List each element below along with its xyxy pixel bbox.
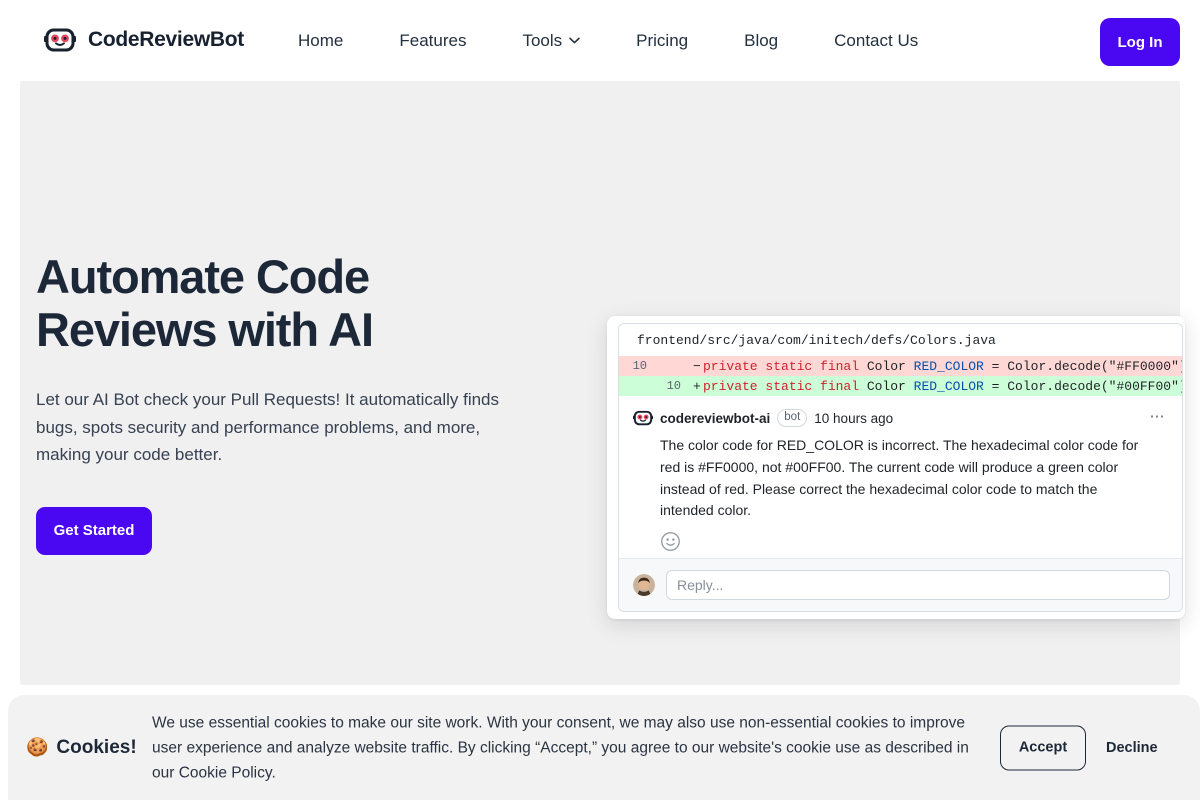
hero-title-line-2: Reviews with AI [36,302,374,356]
diff-line-removed: 10 − private static final Color RED_COLO… [619,356,1182,376]
nav-item-blog[interactable]: Blog [716,31,806,51]
main-nav: Home Features Tools Pricing Blog Contact… [270,0,946,81]
get-started-button[interactable]: Get Started [36,506,152,555]
chevron-down-icon [569,37,580,44]
nav-label: Blog [744,30,779,50]
cookie-icon: 🍪 [26,737,49,757]
comment-timestamp: 10 hours ago [814,410,894,426]
decline-cookies-button[interactable]: Decline [1106,740,1158,756]
diff-code: private static final Color RED_COLOR = C… [703,378,1182,394]
hero-copy: Automate Code Reviews with AI Let our AI… [36,250,576,555]
diff-line-added: 10 + private static final Color RED_COLO… [619,376,1182,396]
nav-label: Tools [522,30,563,50]
diff-file-path: frontend/src/java/com/initech/defs/Color… [619,324,1182,356]
robot-face-icon [44,28,76,52]
kebab-menu-icon[interactable]: ⋯ [1150,409,1167,425]
nav-label: Features [399,30,467,50]
status-badge: bot [777,409,808,427]
brand-logo[interactable]: CodeReviewBot [44,24,244,56]
nav-item-contact-us[interactable]: Contact Us [806,31,946,51]
cookie-banner-title: 🍪 Cookies! [26,737,137,759]
nav-label: Contact Us [834,30,919,50]
nav-item-pricing[interactable]: Pricing [608,31,716,51]
diff-code: private static final Color RED_COLOR = C… [703,358,1182,374]
diff-sign: + [693,378,701,394]
diff-new-line-number: 10 [666,379,681,393]
accept-cookies-button[interactable]: Accept [1000,725,1086,770]
code-review-card: frontend/src/java/com/initech/defs/Color… [607,316,1185,619]
hero-section: Automate Code Reviews with AI Let our AI… [20,81,1185,685]
landing-page: CodeReviewBot Home Features Tools Pricin… [0,0,1200,800]
reply-input[interactable] [666,570,1170,600]
robot-face-icon [633,410,653,426]
comment-body: The color code for RED_COLOR is incorrec… [660,437,1139,519]
page-title: Automate Code Reviews with AI [36,250,576,356]
nav-item-tools[interactable]: Tools [494,31,608,51]
code-review-card-inner: frontend/src/java/com/initech/defs/Color… [618,323,1183,612]
nav-label: Pricing [636,30,689,50]
hero-title-line-1: Automate Code [36,250,370,303]
nav-item-features[interactable]: Features [371,31,494,51]
review-comment: codereviewbot-ai bot 10 hours ago ⋯ The … [619,396,1182,557]
reply-row [619,558,1182,611]
cookie-banner-text: We use essential cookies to make our sit… [152,713,969,782]
login-button[interactable]: Log In [1100,18,1180,66]
user-avatar [633,574,655,596]
cookie-banner: 🍪 Cookies! We use essential cookies to m… [8,695,1200,800]
cookie-title-text: Cookies! [56,736,137,758]
comment-author[interactable]: codereviewbot-ai [660,411,770,426]
smiley-face-icon[interactable] [660,531,681,552]
brand-name: CodeReviewBot [88,28,244,51]
nav-item-home[interactable]: Home [270,31,371,51]
diff-old-line-number: 10 [632,359,647,373]
nav-label: Home [298,30,344,50]
comment-header: codereviewbot-ai bot 10 hours ago ⋯ [633,408,1168,428]
site-header: CodeReviewBot Home Features Tools Pricin… [0,0,1200,81]
hero-subtitle: Let our AI Bot check your Pull Requests!… [36,390,500,465]
diff-sign: − [693,358,701,374]
